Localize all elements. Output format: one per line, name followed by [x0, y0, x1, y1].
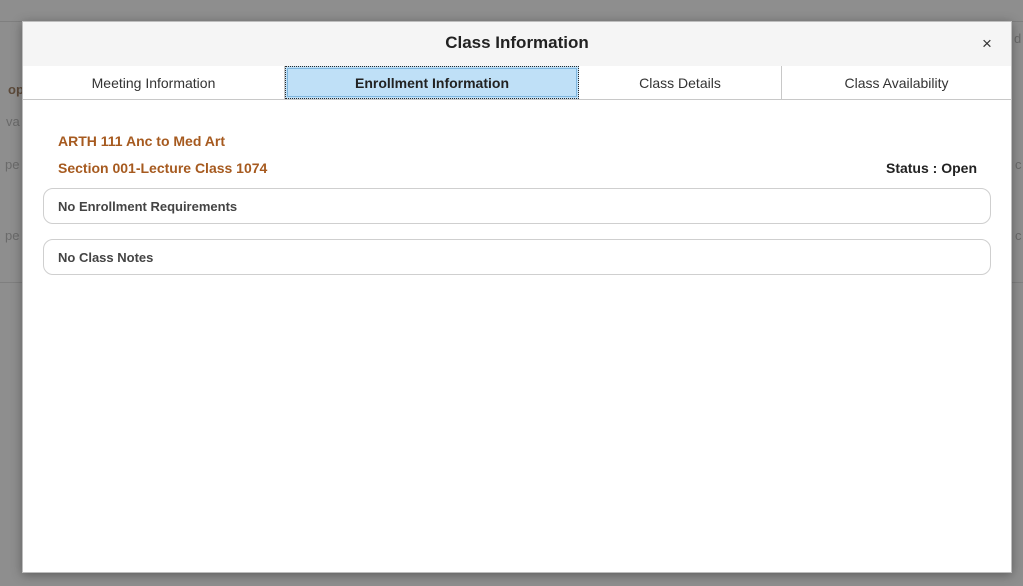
- background-text-fragment: c: [1015, 157, 1022, 172]
- class-information-dialog: Class Information × Meeting Information …: [22, 21, 1012, 573]
- tab-class-details[interactable]: Class Details: [579, 66, 782, 99]
- class-title: ARTH 111 Anc to Med Art: [58, 133, 225, 149]
- background-text-fragment: pe: [5, 228, 20, 243]
- dialog-header: Class Information ×: [23, 22, 1011, 67]
- background-text-fragment: va: [6, 114, 20, 129]
- background-text-fragment: c: [1015, 228, 1022, 243]
- tab-class-availability[interactable]: Class Availability: [782, 66, 1011, 99]
- enrollment-requirements-box: No Enrollment Requirements: [43, 188, 991, 224]
- tab-enrollment-information[interactable]: Enrollment Information: [285, 66, 579, 99]
- dialog-title: Class Information: [445, 33, 589, 52]
- status-label: Status : Open: [885, 160, 977, 176]
- class-notes-box: No Class Notes: [43, 239, 991, 275]
- section-title: Section 001-Lecture Class 1074: [58, 160, 268, 176]
- class-notes-text: No Class Notes: [58, 249, 154, 265]
- close-icon[interactable]: ×: [977, 34, 997, 54]
- background-text-fragment: pe: [5, 157, 20, 172]
- enrollment-requirements-text: No Enrollment Requirements: [58, 198, 238, 214]
- background-text-fragment: d: [1014, 31, 1022, 46]
- tab-bar: Meeting Information Enrollment Informati…: [23, 66, 1011, 100]
- tab-meeting-information[interactable]: Meeting Information: [23, 66, 285, 99]
